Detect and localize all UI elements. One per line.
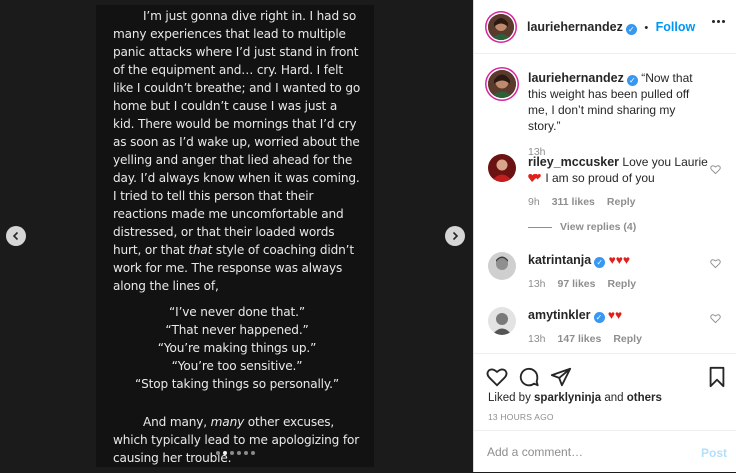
post-text-para1: I’m just gonna dive right in. I had so m… xyxy=(113,9,361,257)
comment-icon[interactable] xyxy=(518,366,540,388)
chevron-right-icon xyxy=(452,231,459,241)
comment-body: amytinkler ✓ ♥♥ 13h 147 likes Reply xyxy=(528,307,708,347)
avatar[interactable] xyxy=(488,252,516,280)
profile-photo-icon xyxy=(488,154,516,182)
profile-photo-icon xyxy=(488,252,516,280)
carousel-dot xyxy=(229,451,234,455)
post-comment-button[interactable]: Post xyxy=(701,446,727,460)
more-options-icon[interactable] xyxy=(712,20,725,23)
carousel-dot xyxy=(222,451,227,455)
comment-text: ♥♥ xyxy=(607,308,623,322)
comment-meta: 13h 97 likes Reply xyxy=(528,276,708,292)
post-header: lauriehernandez ✓ • Follow xyxy=(474,0,736,54)
comment-time[interactable]: 13h xyxy=(528,278,546,290)
post-image: I’m just gonna dive right in. I had so m… xyxy=(96,5,374,467)
reply-button[interactable]: Reply xyxy=(607,278,636,290)
share-icon[interactable] xyxy=(550,366,572,388)
comment-likes[interactable]: 311 likes xyxy=(552,196,595,208)
separator-dot: • xyxy=(644,22,649,34)
post-timestamp[interactable]: 13 HOURS AGO xyxy=(488,412,554,422)
next-slide-button[interactable] xyxy=(445,226,465,246)
verified-badge-icon: ✓ xyxy=(626,75,638,86)
view-replies-button[interactable]: View replies (4) xyxy=(528,221,636,233)
follow-button[interactable]: Follow xyxy=(656,20,696,34)
reply-button[interactable]: Reply xyxy=(613,333,642,345)
like-comment-icon[interactable] xyxy=(710,164,721,175)
comment-username[interactable]: amytinkler xyxy=(528,308,591,322)
profile-photo-icon xyxy=(488,14,514,40)
like-comment-icon[interactable] xyxy=(710,313,721,324)
reply-button[interactable]: Reply xyxy=(607,196,636,208)
verified-badge-icon: ✓ xyxy=(593,312,605,323)
comment-likes[interactable]: 147 likes xyxy=(558,333,602,345)
comment-username[interactable]: katrintanja xyxy=(528,253,591,267)
liked-by-others[interactable]: others xyxy=(627,392,662,404)
caption-username[interactable]: lauriehernandez xyxy=(528,71,624,85)
comment-text: ♥♥♥ xyxy=(608,253,630,267)
quote-line: “I’ve never done that.” xyxy=(169,305,305,319)
comment-body: riley_mccusker Love you Laurie I am so p… xyxy=(528,154,708,210)
comment-input[interactable] xyxy=(487,445,677,459)
comment-likes[interactable]: 97 likes xyxy=(558,278,596,290)
avatar[interactable] xyxy=(488,154,516,182)
hearts-emoji-icon xyxy=(528,174,541,182)
profile-photo-icon xyxy=(488,70,516,98)
avatar[interactable] xyxy=(488,70,516,98)
quote-line: “You’re making things up.” xyxy=(157,341,317,355)
post-paragraph-1: I’m just gonna dive right in. I had so m… xyxy=(113,7,361,295)
liked-by: Liked by sparklyninja and others xyxy=(488,392,662,404)
comment-meta: 9h 311 likes Reply xyxy=(528,194,708,210)
carousel-dot xyxy=(236,451,241,455)
caption-body: lauriehernandez ✓ “Now that this weight h… xyxy=(528,70,708,160)
heart-icon[interactable] xyxy=(486,366,508,388)
avatar[interactable] xyxy=(488,14,514,40)
quote-line: “Stop taking things so personally.” xyxy=(135,377,339,391)
post-text-para2-start: And many, xyxy=(143,415,211,429)
liked-by-user[interactable]: sparklyninja xyxy=(534,392,601,404)
header-user-row: lauriehernandez ✓ • Follow xyxy=(527,18,695,36)
verified-badge-icon: ✓ xyxy=(625,24,637,35)
carousel-dot xyxy=(215,451,220,455)
quote-line: “You’re too sensitive.” xyxy=(171,359,303,373)
quote-line: “That never happened.” xyxy=(165,323,309,337)
verified-badge-icon: ✓ xyxy=(594,257,606,268)
comment-text: Love you Laurie xyxy=(622,155,708,169)
previous-slide-button[interactable] xyxy=(6,226,26,246)
profile-photo-icon xyxy=(488,307,516,335)
post-paragraph-2: And many, many other excuses, which typi… xyxy=(113,413,361,467)
comment-time[interactable]: 9h xyxy=(528,196,540,208)
comments-panel: lauriehernandez ✓ • Follow lauriehernande… xyxy=(473,0,736,472)
avatar[interactable] xyxy=(488,307,516,335)
post-text: I’m just gonna dive right in. I had so m… xyxy=(113,7,361,467)
like-comment-icon[interactable] xyxy=(710,258,721,269)
add-comment-bar: Post xyxy=(474,430,736,472)
view-replies-label: View replies (4) xyxy=(560,221,637,233)
post-text-italic1: that xyxy=(188,243,213,257)
comment-meta: 13h 147 likes Reply xyxy=(528,331,708,347)
comment-username[interactable]: riley_mccusker xyxy=(528,155,619,169)
comment-time[interactable]: 13h xyxy=(528,333,546,345)
bookmark-icon[interactable] xyxy=(707,366,727,388)
comment-text-2: I am so proud of you xyxy=(542,171,655,185)
divider-line xyxy=(528,226,552,228)
liked-by-and: and xyxy=(601,392,627,404)
post-text-italic2: many xyxy=(210,415,245,429)
media-pane: I’m just gonna dive right in. I had so m… xyxy=(0,0,473,472)
carousel-dots xyxy=(48,451,422,455)
header-username[interactable]: lauriehernandez xyxy=(527,20,623,34)
carousel-dot xyxy=(250,451,255,455)
chevron-left-icon xyxy=(12,231,19,241)
carousel-dot xyxy=(243,451,248,455)
liked-by-prefix: Liked by xyxy=(488,392,535,404)
comment-body: katrintanja ✓ ♥♥♥ 13h 97 likes Reply xyxy=(528,252,708,292)
